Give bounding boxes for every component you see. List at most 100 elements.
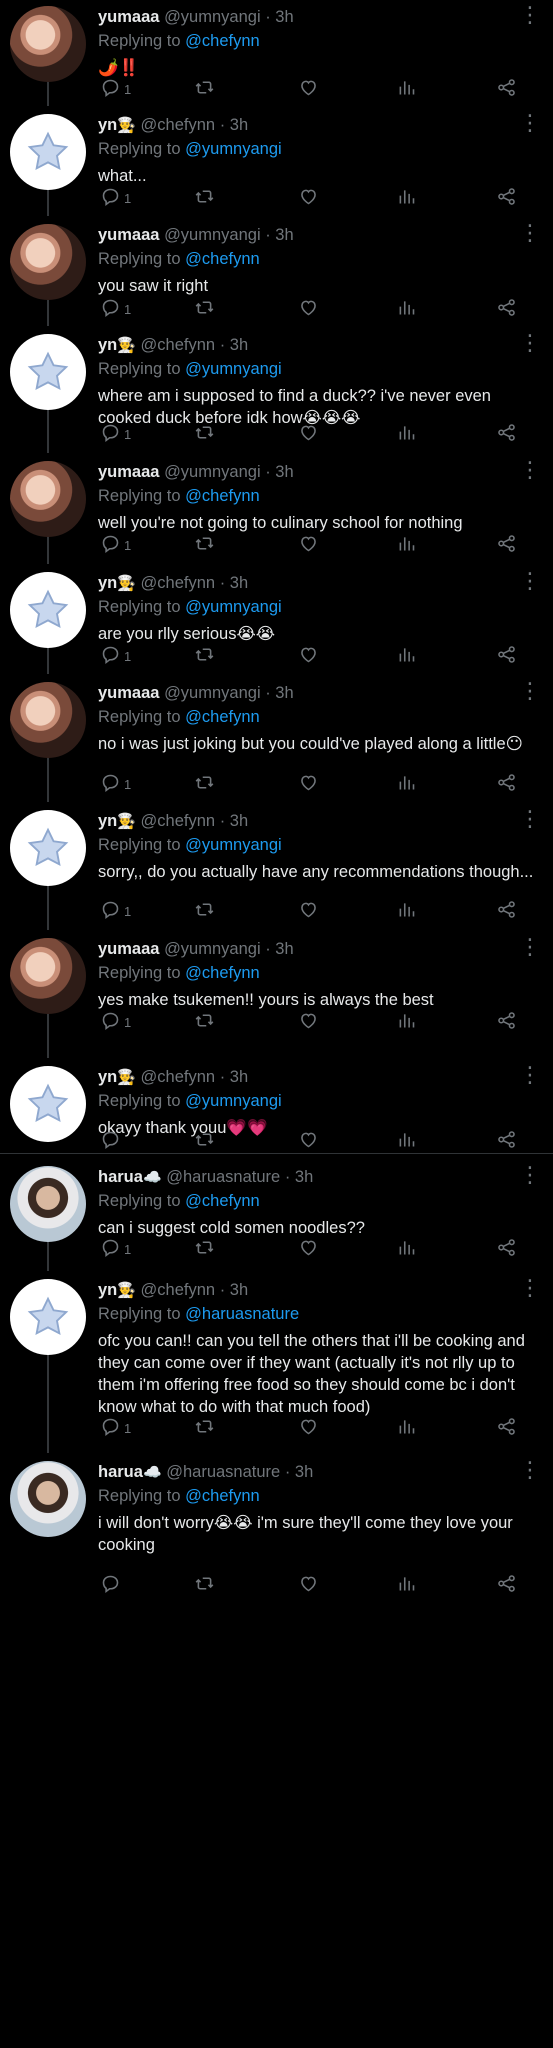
more-options-icon[interactable]: ⋮	[519, 1277, 541, 1299]
share-button[interactable]	[496, 1236, 517, 1262]
avatar[interactable]	[10, 682, 86, 758]
mention-link[interactable]: @chefynn	[185, 964, 260, 982]
share-button[interactable]	[496, 1009, 517, 1035]
views-button[interactable]	[396, 898, 417, 924]
timestamp[interactable]: · 3h	[220, 1068, 248, 1086]
views-button[interactable]	[396, 1572, 417, 1598]
reply-button[interactable]	[100, 1572, 124, 1598]
avatar[interactable]	[10, 810, 86, 886]
avatar[interactable]	[10, 6, 86, 82]
display-name[interactable]: yn	[98, 336, 117, 354]
mention-link[interactable]: @yumnyangi	[185, 836, 282, 854]
more-options-icon[interactable]: ⋮	[519, 1064, 541, 1086]
more-options-icon[interactable]: ⋮	[519, 570, 541, 592]
avatar[interactable]	[10, 938, 86, 1014]
display-name[interactable]: yumaaa	[98, 940, 159, 958]
reply-tweet[interactable]: yn👨‍🍳 @chefynn · 3h ⋮ Replying to @yumny…	[0, 1060, 553, 1158]
views-button[interactable]	[396, 1236, 417, 1262]
like-button[interactable]	[298, 1009, 319, 1035]
reply-button[interactable]: 1	[100, 76, 131, 102]
timestamp[interactable]: · 3h	[220, 574, 248, 592]
display-name[interactable]: yumaaa	[98, 226, 159, 244]
reply-button[interactable]: 1	[100, 898, 131, 924]
reply-tweet[interactable]: yumaaa @yumnyangi · 3h ⋮ Replying to @ch…	[0, 0, 553, 106]
like-button[interactable]	[298, 771, 319, 797]
timestamp[interactable]: · 3h	[265, 940, 293, 958]
reply-button[interactable]	[100, 1128, 124, 1154]
user-handle[interactable]: @yumnyangi	[164, 8, 261, 26]
share-button[interactable]	[496, 185, 517, 211]
reply-button[interactable]: 1	[100, 771, 131, 797]
retweet-button[interactable]	[194, 421, 215, 447]
avatar[interactable]	[10, 114, 86, 190]
display-name[interactable]: yumaaa	[98, 463, 159, 481]
display-name[interactable]: yn	[98, 1281, 117, 1299]
share-button[interactable]	[496, 296, 517, 322]
mention-link[interactable]: @chefynn	[185, 708, 260, 726]
like-button[interactable]	[298, 1415, 319, 1441]
share-button[interactable]	[496, 1572, 517, 1598]
reply-tweet[interactable]: harua☁️ @haruasnature · 3h ⋮ Replying to…	[0, 1160, 553, 1266]
reply-button[interactable]: 1	[100, 643, 131, 669]
user-handle[interactable]: @haruasnature	[166, 1168, 280, 1186]
user-handle[interactable]: @chefynn	[141, 1281, 216, 1299]
reply-button[interactable]: 1	[100, 421, 131, 447]
mention-link[interactable]: @yumnyangi	[185, 598, 282, 616]
display-name[interactable]: yumaaa	[98, 684, 159, 702]
reply-tweet[interactable]: yn👨‍🍳 @chefynn · 3h ⋮ Replying to @yumny…	[0, 566, 553, 673]
share-button[interactable]	[496, 643, 517, 669]
timestamp[interactable]: · 3h	[265, 684, 293, 702]
reply-button[interactable]: 1	[100, 185, 131, 211]
reply-button[interactable]: 1	[100, 532, 131, 558]
mention-link[interactable]: @chefynn	[185, 1192, 260, 1210]
retweet-button[interactable]	[194, 76, 215, 102]
more-options-icon[interactable]: ⋮	[519, 936, 541, 958]
mention-link[interactable]: @haruasnature	[185, 1305, 299, 1323]
reply-tweet[interactable]: harua☁️ @haruasnature · 3h ⋮ Replying to…	[0, 1455, 553, 1602]
reply-tweet[interactable]: yumaaa @yumnyangi · 3h ⋮ Replying to @ch…	[0, 932, 553, 1039]
avatar[interactable]	[10, 1066, 86, 1142]
reply-button[interactable]: 1	[100, 1236, 131, 1262]
reply-button[interactable]: 1	[100, 1009, 131, 1035]
more-options-icon[interactable]: ⋮	[519, 332, 541, 354]
mention-link[interactable]: @chefynn	[185, 1487, 260, 1505]
user-handle[interactable]: @chefynn	[141, 336, 216, 354]
like-button[interactable]	[298, 532, 319, 558]
user-handle[interactable]: @chefynn	[141, 116, 216, 134]
more-options-icon[interactable]: ⋮	[519, 808, 541, 830]
views-button[interactable]	[396, 76, 417, 102]
display-name[interactable]: harua	[98, 1168, 143, 1186]
reply-tweet[interactable]: yn👨‍🍳 @chefynn · 3h ⋮ Replying to @harua…	[0, 1273, 553, 1445]
avatar[interactable]	[10, 1461, 86, 1537]
retweet-button[interactable]	[194, 1236, 215, 1262]
avatar[interactable]	[10, 1166, 86, 1242]
views-button[interactable]	[396, 1128, 417, 1154]
retweet-button[interactable]	[194, 296, 215, 322]
views-button[interactable]	[396, 643, 417, 669]
views-button[interactable]	[396, 1415, 417, 1441]
share-button[interactable]	[496, 532, 517, 558]
more-options-icon[interactable]: ⋮	[519, 1164, 541, 1186]
like-button[interactable]	[298, 1128, 319, 1154]
timestamp[interactable]: · 3h	[220, 812, 248, 830]
user-handle[interactable]: @haruasnature	[166, 1463, 280, 1481]
display-name[interactable]: yn	[98, 574, 117, 592]
like-button[interactable]	[298, 421, 319, 447]
mention-link[interactable]: @yumnyangi	[185, 140, 282, 158]
retweet-button[interactable]	[194, 1128, 215, 1154]
timestamp[interactable]: · 3h	[265, 8, 293, 26]
more-options-icon[interactable]: ⋮	[519, 222, 541, 244]
timestamp[interactable]: · 3h	[220, 1281, 248, 1299]
retweet-button[interactable]	[194, 643, 215, 669]
more-options-icon[interactable]: ⋮	[519, 680, 541, 702]
mention-link[interactable]: @yumnyangi	[185, 360, 282, 378]
like-button[interactable]	[298, 1572, 319, 1598]
avatar[interactable]	[10, 1279, 86, 1355]
views-button[interactable]	[396, 185, 417, 211]
user-handle[interactable]: @chefynn	[141, 812, 216, 830]
reply-tweet[interactable]: yumaaa @yumnyangi · 3h ⋮ Replying to @ch…	[0, 218, 553, 326]
display-name[interactable]: yumaaa	[98, 8, 159, 26]
like-button[interactable]	[298, 296, 319, 322]
like-button[interactable]	[298, 76, 319, 102]
display-name[interactable]: harua	[98, 1463, 143, 1481]
